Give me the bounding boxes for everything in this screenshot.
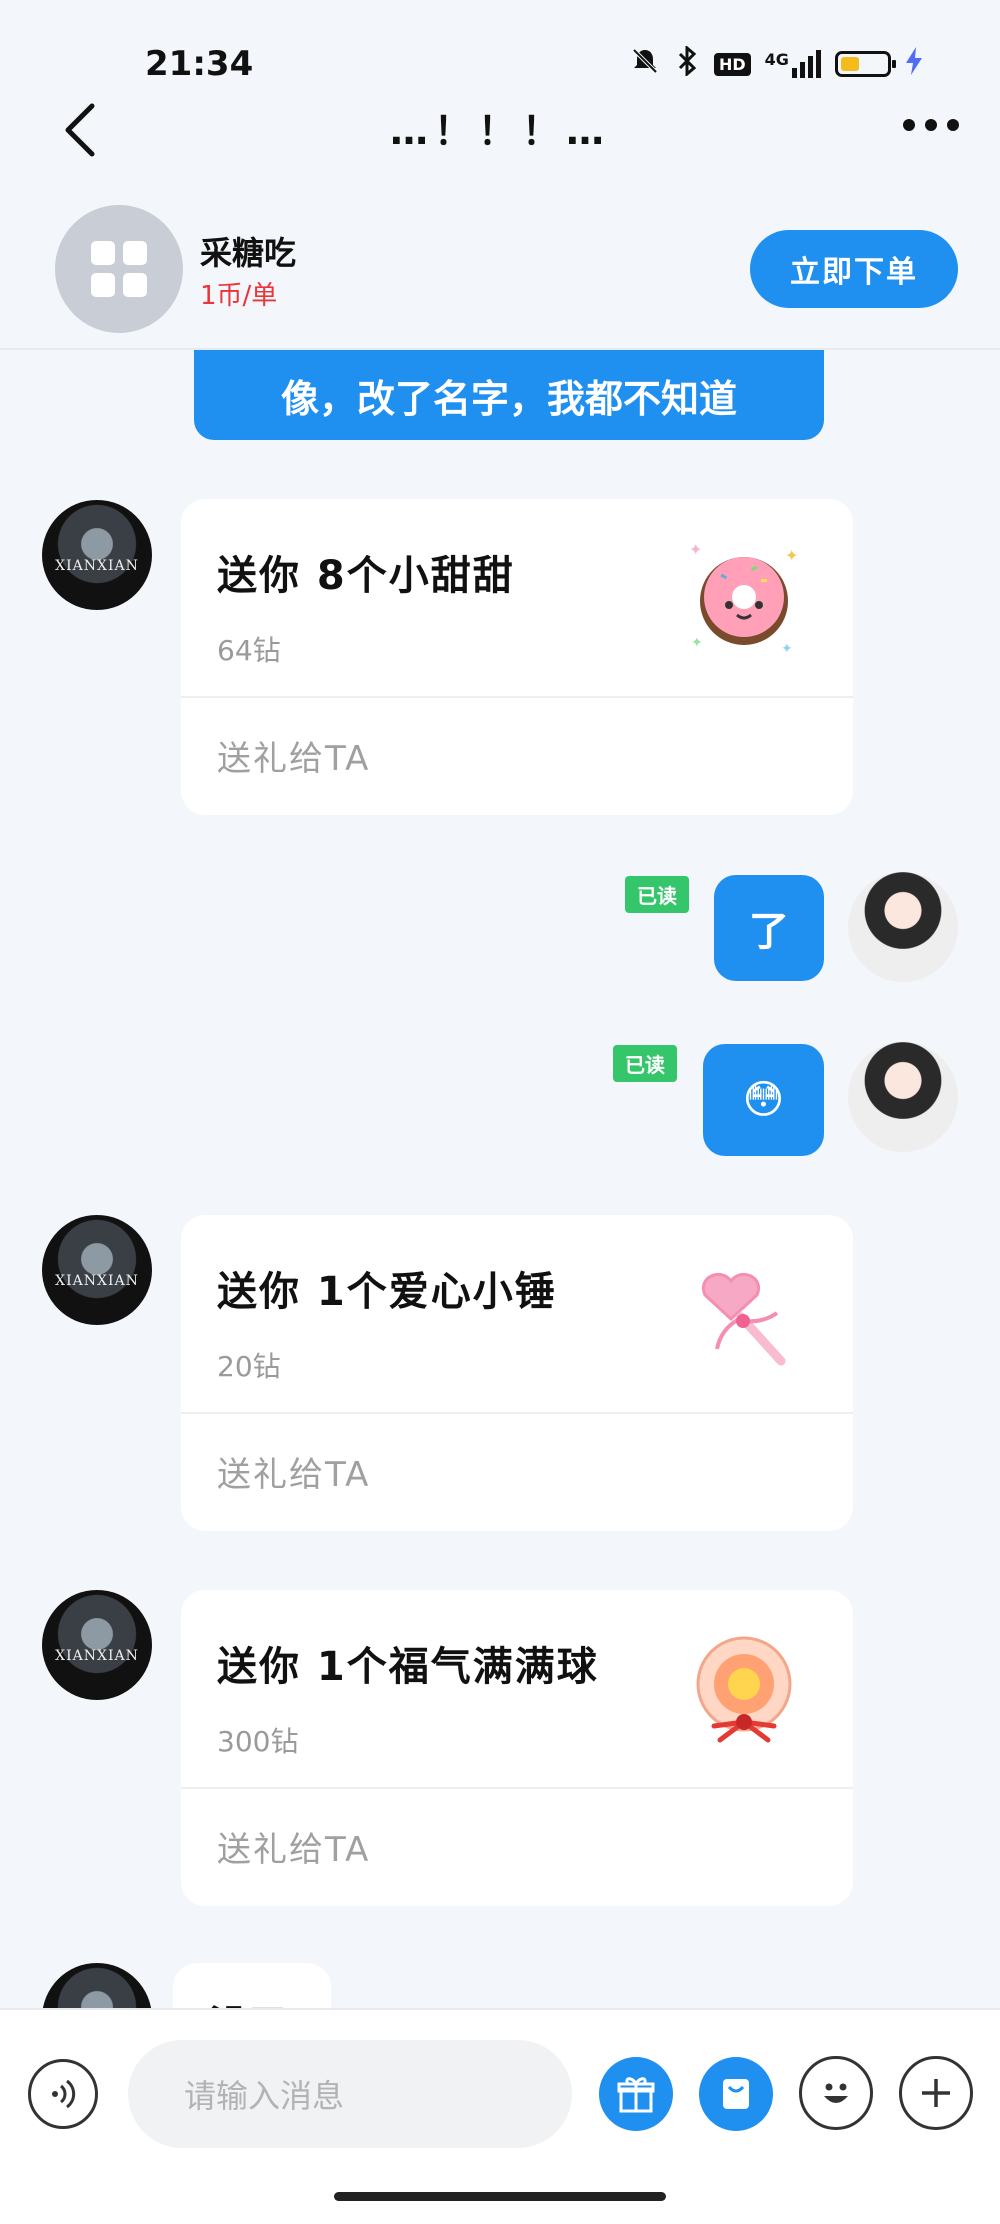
- message-bubble-outgoing[interactable]: 像，改了名字，我都不知道: [194, 350, 824, 440]
- mute-bell-icon: [630, 46, 660, 83]
- read-badge: 已读: [625, 876, 689, 913]
- more-options-button[interactable]: [886, 100, 976, 150]
- read-badge: 已读: [613, 1045, 677, 1082]
- bluetooth-icon: [674, 44, 700, 83]
- more-button[interactable]: [899, 2056, 973, 2130]
- avatar-watermark: XIANXIAN: [55, 1273, 139, 1289]
- svg-text:✦: ✦: [691, 635, 703, 651]
- gift-card[interactable]: 送你 8个小甜甜 64钻 ✦ ✦ ✦ ✦ 送礼给TA: [181, 499, 853, 815]
- order-button[interactable]: [699, 2057, 773, 2131]
- status-icons: HD 4G: [630, 44, 923, 84]
- gift-card[interactable]: 送你 1个福气满满球 300钻 送礼给TA: [181, 1590, 853, 1906]
- smile-icon: [824, 2083, 848, 2103]
- my-avatar[interactable]: [848, 1042, 958, 1152]
- shop-avatar[interactable]: [55, 205, 183, 333]
- heart-hammer-icon: [681, 1251, 807, 1377]
- avatar-watermark: XIANXIAN: [55, 1648, 139, 1664]
- status-time: 21:34: [145, 44, 254, 84]
- my-avatar[interactable]: [848, 872, 958, 982]
- gift-card[interactable]: 送你 1个爱心小锤 20钻 送礼给TA: [181, 1215, 853, 1531]
- message-bubble-outgoing[interactable]: 😳: [703, 1044, 824, 1156]
- gift-price: 20钻: [217, 1350, 281, 1383]
- svg-text:✦: ✦: [785, 546, 798, 565]
- charging-icon: [905, 46, 923, 82]
- divider: [181, 1787, 853, 1789]
- gift-title: 送你 1个爱心小锤: [217, 1269, 557, 1315]
- hd-icon: HD: [714, 52, 751, 76]
- svg-text:✦: ✦: [781, 641, 793, 657]
- gift-title: 送你 8个小甜甜: [217, 553, 515, 599]
- shop-price: 1币/单: [200, 281, 278, 311]
- avatar[interactable]: XIANXIAN: [42, 500, 152, 610]
- plus-icon: [922, 2079, 950, 2107]
- send-gift-link[interactable]: 送礼给TA: [217, 1447, 370, 1496]
- network-label: 4G: [764, 50, 789, 69]
- message-input[interactable]: 请输入消息: [128, 2040, 572, 2148]
- svg-text:✦: ✦: [689, 540, 702, 559]
- gift-icon: [617, 2077, 655, 2113]
- order-icon: [723, 2079, 749, 2109]
- voice-button[interactable]: [28, 2059, 98, 2129]
- shop-name: 采糖吃: [200, 234, 297, 272]
- avatar-watermark: XIANXIAN: [55, 558, 139, 574]
- message-bubble-outgoing[interactable]: 了: [714, 875, 824, 981]
- voice-icon: [52, 2079, 76, 2109]
- fortune-ball-icon: [681, 1626, 807, 1752]
- page-title: …！！！…: [389, 109, 610, 153]
- divider: [181, 1412, 853, 1414]
- gift-button[interactable]: [599, 2057, 673, 2131]
- signal-icon: 4G: [765, 50, 821, 78]
- app-grid-icon: [91, 241, 147, 297]
- gift-title: 送你 1个福气满满球: [217, 1644, 599, 1690]
- send-gift-link[interactable]: 送礼给TA: [217, 731, 370, 780]
- avatar[interactable]: XIANXIAN: [42, 1590, 152, 1700]
- send-gift-link[interactable]: 送礼给TA: [217, 1822, 370, 1871]
- gift-price: 64钻: [217, 634, 281, 667]
- donut-icon: ✦ ✦ ✦ ✦: [681, 535, 807, 661]
- emoji-button[interactable]: [799, 2056, 873, 2130]
- gift-price: 300钻: [217, 1725, 299, 1758]
- divider: [181, 696, 853, 698]
- home-indicator: [334, 2192, 666, 2201]
- order-now-button[interactable]: 立即下单: [750, 230, 958, 308]
- avatar[interactable]: XIANXIAN: [42, 1215, 152, 1325]
- battery-icon: [834, 51, 896, 77]
